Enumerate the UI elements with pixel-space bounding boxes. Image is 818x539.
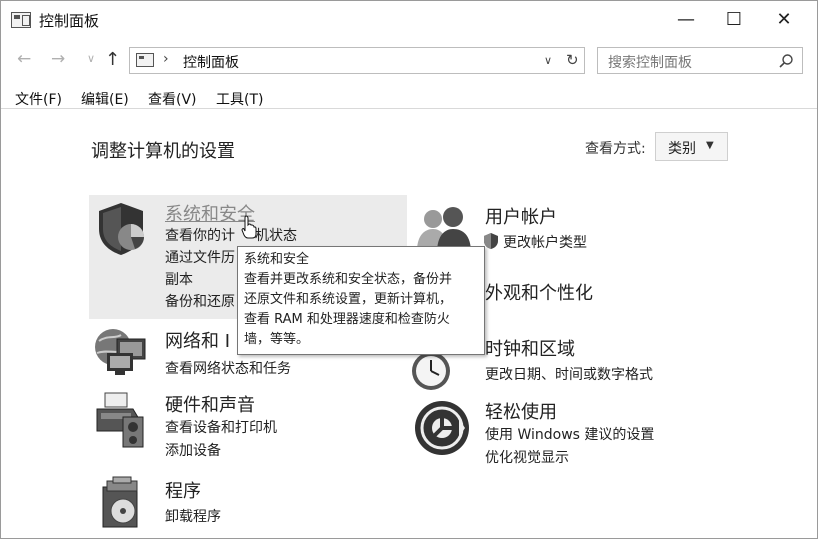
hand-cursor-icon [241,215,257,239]
category-tooltip: 系统和安全 查看并更改系统和安全状态，备份并 还原文件和系统设置，更新计算机， … [237,246,485,355]
category-programs[interactable]: 程序 卸载程序 [89,473,407,533]
menu-tools[interactable]: 工具(T) [216,89,263,109]
address-bar[interactable]: › 控制面板 ∨ ↻ [129,47,585,74]
category-title-clock-region[interactable]: 时钟和区域 [485,335,575,361]
minimize-button[interactable]: — [661,1,711,37]
breadcrumb-control-panel[interactable]: 控制面板 [183,52,239,72]
title-bar: 控制面板 — ☐ ✕ [1,1,817,39]
tooltip-line: 查看 RAM 和处理器速度和检查防火 [244,312,450,327]
close-button[interactable]: ✕ [759,1,809,37]
control-panel-icon [136,53,154,67]
link-optimize-visual-display[interactable]: 优化视觉显示 [485,447,569,467]
control-panel-icon [11,12,31,28]
link-change-date-time-format[interactable]: 更改日期、时间或数字格式 [485,364,653,384]
link-windows-recommended-settings[interactable]: 使用 Windows 建议的设置 [485,424,654,444]
link-uninstall-program[interactable]: 卸载程序 [165,506,221,526]
network-icon [95,329,146,375]
category-title-network-internet[interactable]: 网络和 I [165,327,230,353]
uac-shield-icon [484,233,498,249]
tooltip-line: 墙，等等。 [244,332,310,347]
search-input[interactable]: 搜索控制面板 [597,47,803,74]
link-devices-printers[interactable]: 查看设备和打印机 [165,417,277,437]
search-icon[interactable] [778,53,794,69]
category-title-appearance[interactable]: 外观和个性化 [485,279,593,305]
breadcrumb-separator[interactable]: › [163,51,169,67]
address-dropdown-button[interactable]: ∨ [544,54,552,67]
link-file-history-copy[interactable]: 副本 [165,269,193,289]
window-title: 控制面板 [39,12,100,30]
view-by-label: 查看方式: [585,141,646,157]
link-change-account-type[interactable]: 更改帐户类型 [503,232,587,252]
back-button[interactable]: ← [17,49,31,69]
control-panel-window: 控制面板 — ☐ ✕ ← → ∨ ↑ › 控制面板 ∨ ↻ 搜索控制面板 文件(… [0,0,818,539]
category-title-hardware-sound[interactable]: 硬件和声音 [165,391,255,417]
category-hardware-sound[interactable]: 硬件和声音 查看设备和打印机 添加设备 [89,387,407,467]
category-ease-of-access[interactable]: 轻松使用 使用 Windows 建议的设置 优化视觉显示 [411,395,731,469]
menu-edit[interactable]: 编辑(E) [81,89,129,109]
link-view-computer-status-suffix[interactable]: 机状态 [255,225,297,245]
navigation-bar: ← → ∨ ↑ › 控制面板 ∨ ↻ 搜索控制面板 [1,43,817,77]
tooltip-title: 系统和安全 [244,252,310,267]
programs-icon [102,476,138,528]
menu-view[interactable]: 查看(V) [148,89,197,109]
shield-icon [99,203,144,255]
recent-locations-button[interactable]: ∨ [87,52,95,65]
link-file-history[interactable]: 通过文件历 [165,247,235,267]
tooltip-line: 还原文件和系统设置，更新计算机， [244,292,453,307]
menu-file[interactable]: 文件(F) [15,89,62,109]
printer-icon [96,392,144,448]
maximize-button[interactable]: ☐ [709,1,759,37]
link-view-computer-status[interactable]: 查看你的计 [165,225,235,245]
link-network-status[interactable]: 查看网络状态和任务 [165,358,291,378]
forward-button[interactable]: → [51,49,65,69]
page-title: 调整计算机的设置 [91,141,235,162]
view-by-select[interactable]: 类别 ▼ [655,132,728,161]
category-title-user-accounts[interactable]: 用户帐户 [485,203,557,229]
tooltip-line: 查看并更改系统和安全状态，备份并 [244,272,453,287]
up-button[interactable]: ↑ [105,49,120,70]
menu-bar: 文件(F) 编辑(E) 查看(V) 工具(T) [1,85,817,109]
link-add-device[interactable]: 添加设备 [165,440,221,460]
category-title-ease-of-access[interactable]: 轻松使用 [485,398,557,424]
category-title-programs[interactable]: 程序 [165,477,201,503]
chevron-down-icon: ▼ [706,140,714,151]
refresh-button[interactable]: ↻ [566,51,579,69]
link-backup-restore[interactable]: 备份和还原 [165,291,235,311]
view-by-value: 类别 [668,141,696,157]
search-placeholder: 搜索控制面板 [608,55,692,71]
ease-of-access-icon [415,401,469,455]
